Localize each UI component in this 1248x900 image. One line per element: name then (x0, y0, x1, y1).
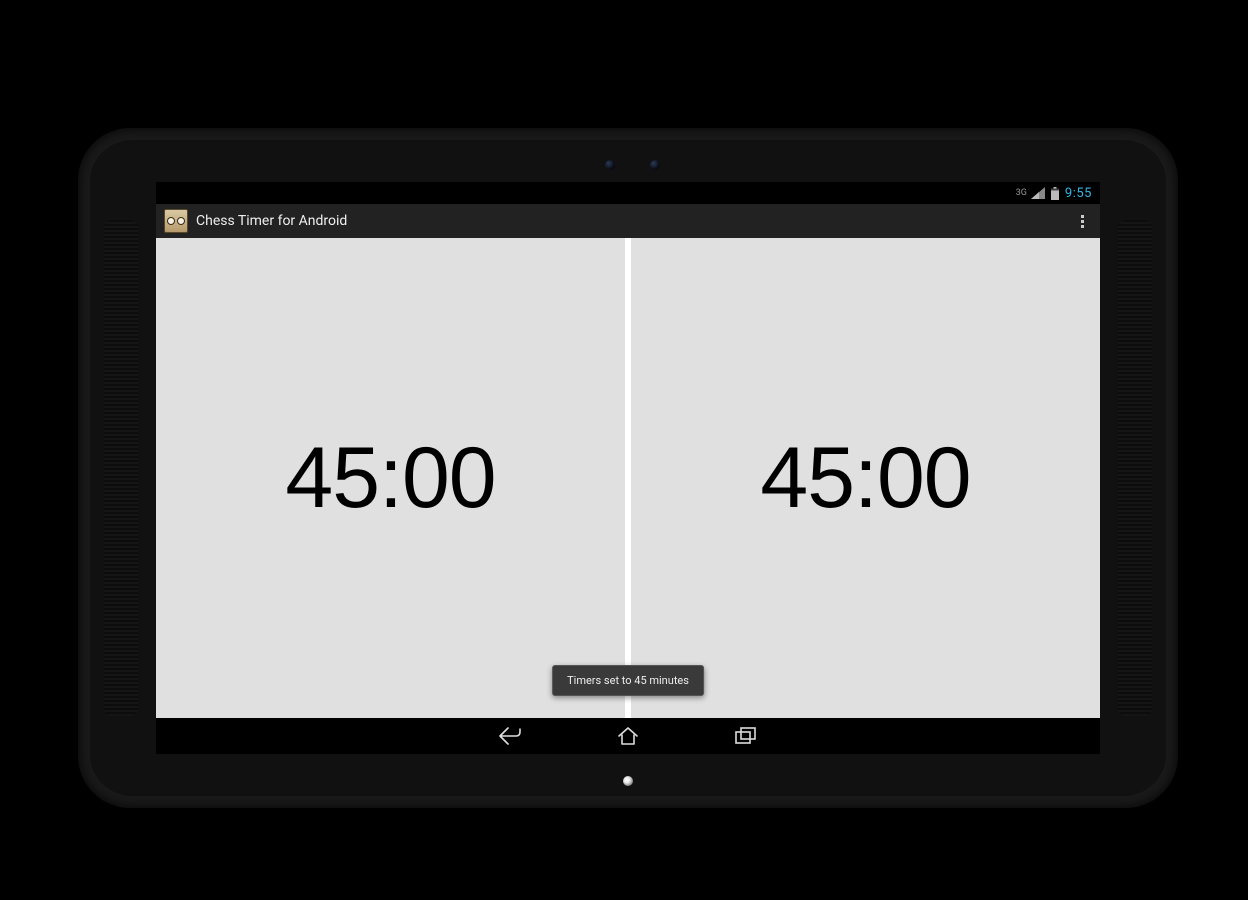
signal-icon (1031, 187, 1045, 199)
device-screen: 3G 9:55 (156, 182, 1100, 754)
timer-display-left: 45:00 (285, 429, 495, 528)
timer-content: 45:00 45:00 Timers set to 45 minutes (156, 238, 1100, 718)
app-icon (164, 209, 188, 233)
battery-icon (1051, 187, 1059, 200)
tablet-frame: 3G 9:55 (78, 128, 1178, 808)
timer-display-right: 45:00 (760, 429, 970, 528)
ambient-sensor (605, 160, 615, 170)
system-nav-bar (156, 718, 1100, 754)
timer-pane-right[interactable]: 45:00 (631, 238, 1100, 718)
app-title: Chess Timer for Android (196, 213, 1073, 229)
toast-message: Timers set to 45 minutes (552, 665, 704, 696)
status-clock: 9:55 (1065, 186, 1092, 201)
status-bar: 3G 9:55 (156, 182, 1100, 204)
nav-home-button[interactable] (614, 722, 642, 750)
overflow-menu-button[interactable] (1073, 211, 1092, 232)
nav-back-button[interactable] (496, 722, 524, 750)
network-type-label: 3G (1016, 188, 1027, 198)
chess-clock-icon (167, 217, 175, 225)
home-led (623, 776, 633, 786)
front-camera (650, 160, 660, 170)
tablet-body: 3G 9:55 (90, 140, 1166, 796)
speaker-grille-left (104, 220, 138, 716)
nav-recent-button[interactable] (732, 722, 760, 750)
chess-clock-icon (177, 217, 185, 225)
timer-pane-left[interactable]: 45:00 (156, 238, 625, 718)
speaker-grille-right (1118, 220, 1152, 716)
app-action-bar: Chess Timer for Android (156, 204, 1100, 238)
